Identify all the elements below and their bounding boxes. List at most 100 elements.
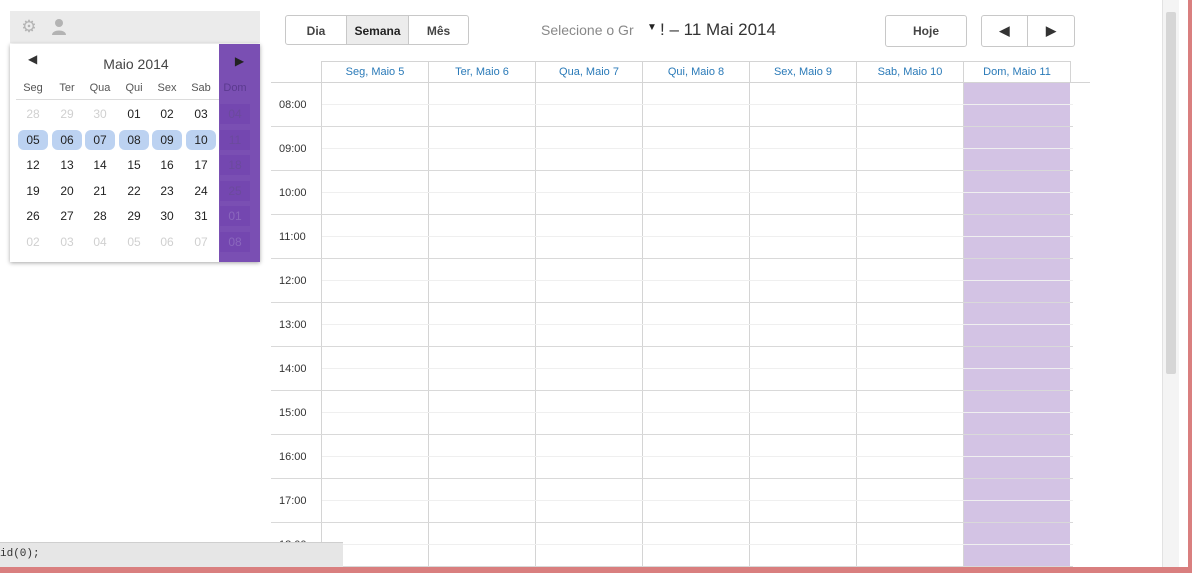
hour-line [271, 522, 1073, 523]
gear-icon[interactable]: ⚙ [20, 18, 38, 36]
mini-calendar-day[interactable]: 11 [220, 129, 250, 150]
mini-calendar-day[interactable]: 02 [18, 232, 48, 252]
mini-calendar-day[interactable]: 01 [119, 104, 149, 124]
hour-line [271, 302, 1073, 303]
day-column-header[interactable]: Sab, Maio 10 [856, 61, 963, 82]
user-icon[interactable] [50, 18, 68, 36]
weekday-label: Seg [23, 82, 43, 94]
mini-calendar-day[interactable]: 05 [18, 129, 48, 150]
hour-line [271, 478, 1073, 479]
mini-calendar-day[interactable]: 15 [119, 155, 149, 175]
mini-calendar-day[interactable]: 07 [186, 232, 216, 252]
mini-calendar-day[interactable]: 01 [220, 206, 250, 226]
mini-calendar-day[interactable]: 04 [85, 232, 115, 252]
weekday-label: Ter [59, 82, 75, 94]
mini-calendar-day[interactable]: 05 [119, 232, 149, 252]
mini-calendar-day[interactable]: 02 [152, 104, 182, 124]
mini-calendar-day[interactable]: 20 [52, 181, 82, 201]
vertical-scrollbar[interactable] [1162, 0, 1179, 567]
half-hour-line [322, 500, 1073, 501]
hour-line [271, 170, 1073, 171]
mini-calendar-day[interactable]: 03 [186, 104, 216, 124]
mini-calendar-day[interactable]: 14 [85, 155, 115, 175]
mini-calendar-day[interactable]: 08 [119, 129, 149, 150]
mini-calendar-day[interactable]: 16 [152, 155, 182, 175]
calendar-page: ⚙ ▶ ◀ Maio 2014 Seg Ter Qua Qui Sex Sab Dom 28… [0, 0, 1188, 567]
half-hour-line [322, 456, 1073, 457]
prev-week-button[interactable]: ◀ [981, 15, 1028, 47]
half-hour-line [322, 192, 1073, 193]
day-column-header[interactable]: Dom, Maio 11 [963, 61, 1071, 82]
mini-calendar-day[interactable]: 29 [119, 206, 149, 226]
day-column-header[interactable]: Sex, Maio 9 [749, 61, 856, 82]
day-column-header[interactable]: Seg, Maio 5 [321, 61, 428, 82]
mini-calendar-day[interactable]: 19 [18, 181, 48, 201]
mini-calendar-day[interactable]: 21 [85, 181, 115, 201]
half-hour-line [322, 324, 1073, 325]
mini-calendar-day[interactable]: 10 [186, 129, 216, 150]
day-column-header[interactable]: Ter, Maio 6 [428, 61, 535, 82]
time-slot-label: 08:00 [279, 99, 307, 111]
weekday-label: Qua [89, 82, 111, 94]
mini-calendar-title: Maio 2014 [103, 56, 169, 72]
hour-line [271, 434, 1073, 435]
mini-calendar-day[interactable]: 28 [18, 104, 48, 124]
scrollbar-thumb[interactable] [1166, 12, 1176, 374]
hour-line [271, 126, 1073, 127]
view-week-button[interactable]: Semana [347, 15, 409, 45]
mini-calendar-day[interactable]: 22 [119, 181, 149, 201]
mini-calendar-day[interactable]: 06 [152, 232, 182, 252]
time-slot-label: 10:00 [279, 187, 307, 199]
time-slot-label: 17:00 [279, 495, 307, 507]
time-slot-label: 15:00 [279, 407, 307, 419]
day-column-header[interactable]: Qui, Maio 8 [642, 61, 749, 82]
view-day-button[interactable]: Dia [285, 15, 347, 45]
mini-calendar-day[interactable]: 04 [220, 104, 250, 124]
mini-calendar-day[interactable]: 25 [220, 180, 250, 201]
view-switcher: Dia Semana Mês [285, 15, 469, 45]
sunday-column-highlight: ▶ [219, 44, 260, 262]
mini-calendar-day[interactable]: 07 [85, 129, 115, 150]
mini-calendar-day[interactable]: 18 [220, 155, 250, 175]
half-hour-line [322, 236, 1073, 237]
next-week-button[interactable]: ▶ [1028, 15, 1075, 47]
mini-calendar-day[interactable]: 09 [152, 129, 182, 150]
mini-calendar-day[interactable]: 06 [52, 129, 82, 150]
time-slot-label: 09:00 [279, 143, 307, 155]
mini-calendar-day[interactable]: 24 [186, 181, 216, 201]
half-hour-line [322, 412, 1073, 413]
half-hour-line [322, 104, 1073, 105]
chevron-down-icon[interactable]: ▼ [647, 22, 657, 33]
weekday-label: Qui [125, 82, 143, 94]
mini-calendar-day[interactable]: 03 [52, 232, 82, 252]
today-button[interactable]: Hoje [885, 15, 967, 47]
mini-calendar-day[interactable]: 30 [152, 206, 182, 226]
mini-calendar-day[interactable]: 26 [18, 206, 48, 226]
time-slot-label: 12:00 [279, 275, 307, 287]
mini-calendar-day[interactable]: 08 [220, 231, 250, 252]
time-slot-label: 11:00 [279, 231, 306, 243]
hour-line [271, 346, 1073, 347]
day-column-header[interactable]: Qua, Maio 7 [535, 61, 642, 82]
week-grid: Seg, Maio 5 Ter, Maio 6 Qua, Maio 7 Qui, Ma… [271, 61, 1090, 567]
mini-calendar: ▶ ◀ Maio 2014 Seg Ter Qua Qui Sex Sab Dom 28 29… [10, 44, 260, 262]
mini-calendar-day[interactable]: 17 [186, 155, 216, 175]
mini-calendar-day[interactable]: 27 [52, 206, 82, 226]
mini-calendar-day[interactable]: 28 [85, 206, 115, 226]
sidebar-toolbar: ⚙ [10, 11, 260, 43]
mini-calendar-day[interactable]: 29 [52, 104, 82, 124]
group-select[interactable]: Selecione o Gr [541, 22, 634, 38]
date-range-title: ! – 11 Mai 2014 [660, 20, 776, 39]
mini-calendar-day[interactable]: 30 [85, 104, 115, 124]
mini-calendar-day[interactable]: 23 [152, 181, 182, 201]
mini-calendar-divider [16, 99, 219, 100]
hour-line [271, 214, 1073, 215]
half-hour-line [322, 148, 1073, 149]
view-month-button[interactable]: Mês [409, 15, 469, 45]
time-slot-label: 14:00 [279, 363, 307, 375]
mini-calendar-day[interactable]: 12 [18, 155, 48, 175]
time-slot-label: 13:00 [279, 319, 307, 331]
mini-calendar-day[interactable]: 31 [186, 206, 216, 226]
weekday-label: Sab [191, 82, 211, 94]
mini-calendar-day[interactable]: 13 [52, 155, 82, 175]
